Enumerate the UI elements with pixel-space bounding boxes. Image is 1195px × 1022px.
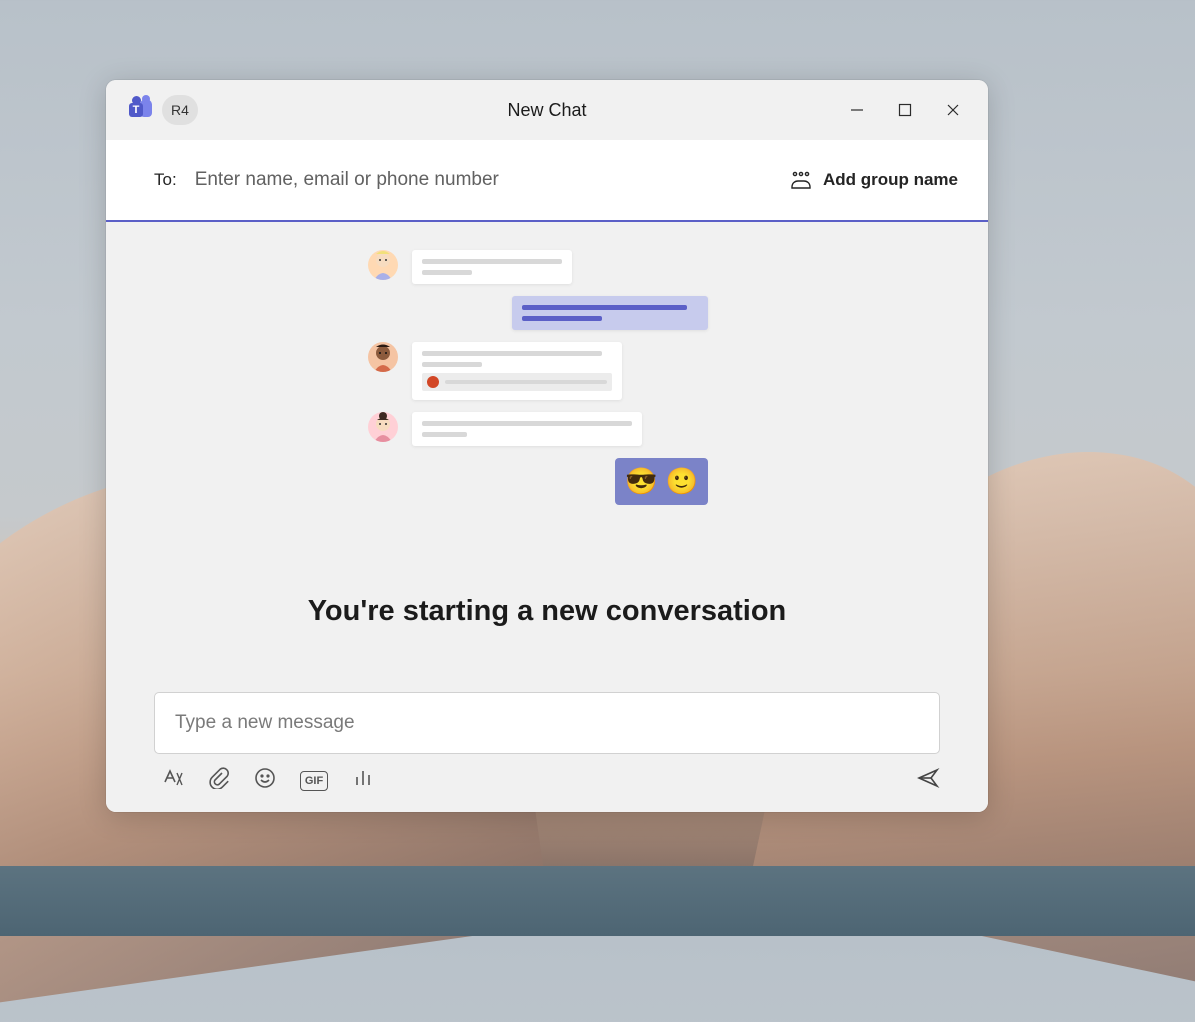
emoji-smile: 🙂 [666, 466, 698, 497]
close-icon [946, 103, 960, 117]
illustration-avatar [368, 342, 398, 372]
maximize-icon [898, 103, 912, 117]
minimize-button[interactable] [834, 88, 880, 132]
wallpaper-water [0, 866, 1195, 936]
attach-icon [208, 767, 230, 789]
illustration-avatar [368, 412, 398, 442]
user-avatar-badge[interactable]: R4 [162, 95, 198, 125]
gif-icon: GIF [300, 771, 328, 791]
poll-icon [352, 767, 374, 789]
emoji-sunglasses: 😎 [625, 466, 657, 497]
to-recipients-bar: To: Add group name [106, 140, 988, 222]
format-text-icon [162, 767, 184, 789]
attach-button[interactable] [208, 767, 230, 794]
format-text-button[interactable] [162, 767, 184, 794]
emoji-icon [254, 767, 276, 789]
emoji-button[interactable] [254, 767, 276, 794]
recipient-input[interactable] [195, 169, 771, 191]
gif-button[interactable]: GIF [300, 771, 328, 791]
poll-button[interactable] [352, 767, 374, 794]
close-button[interactable] [930, 88, 976, 132]
maximize-button[interactable] [882, 88, 928, 132]
chat-content-area: 😎 🙂 You're starting a new conversation [106, 222, 988, 812]
illustration-emoji-reply: 😎 🙂 [615, 458, 708, 505]
conversation-illustration: 😎 🙂 [368, 250, 708, 517]
people-group-icon [789, 170, 813, 190]
minimize-icon [850, 103, 864, 117]
illustration-message [412, 342, 622, 400]
to-label: To: [154, 170, 177, 190]
add-group-name-button[interactable]: Add group name [789, 170, 958, 190]
teams-app-icon: T [126, 98, 150, 122]
illustration-message [412, 250, 572, 284]
illustration-avatar [368, 250, 398, 280]
powerpoint-icon [427, 376, 439, 388]
illustration-message [412, 412, 642, 446]
add-group-name-label: Add group name [823, 170, 958, 190]
send-button[interactable] [916, 766, 940, 795]
illustration-attachment [422, 373, 612, 391]
teams-new-chat-window: T R4 New Chat To: Add group name [106, 80, 988, 812]
compose-toolbar: GIF [154, 754, 940, 795]
empty-state-heading: You're starting a new conversation [308, 595, 787, 628]
send-icon [916, 766, 940, 790]
message-compose-box[interactable] [154, 692, 940, 754]
illustration-message-sent [512, 296, 708, 330]
message-input[interactable] [175, 712, 919, 734]
titlebar[interactable]: T R4 New Chat [106, 80, 988, 140]
